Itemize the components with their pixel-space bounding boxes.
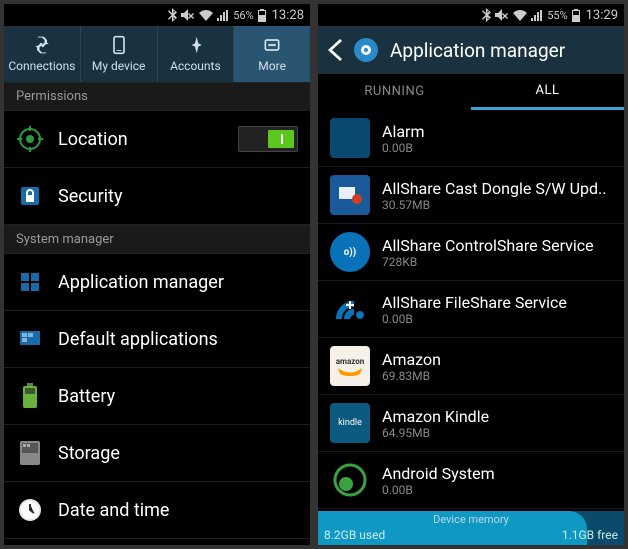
row-application-manager[interactable]: Application manager bbox=[4, 254, 310, 311]
app-name: Amazon Kindle bbox=[382, 407, 612, 426]
action-bar: Application manager bbox=[318, 26, 624, 74]
app-size: 0.00B bbox=[382, 483, 612, 497]
app-list[interactable]: Alarm 0.00B AllShare Cast Dongle S/W Upd… bbox=[318, 110, 624, 545]
storage-used: 8.2GB used bbox=[318, 525, 391, 545]
row-date-time[interactable]: Date and time bbox=[4, 482, 310, 539]
status-bar: 56% 13:28 bbox=[4, 4, 310, 26]
settings-gear-icon[interactable] bbox=[352, 36, 380, 64]
apps-icon bbox=[16, 268, 44, 296]
status-bar: 55% 13:29 bbox=[318, 4, 624, 26]
app-icon-amazon: amazon bbox=[330, 346, 370, 386]
app-icon-allshare-control: o)) bbox=[330, 232, 370, 272]
app-name: AllShare ControlShare Service bbox=[382, 236, 612, 255]
battery-percent: 55% bbox=[547, 9, 567, 22]
app-size: 30.57MB bbox=[382, 198, 612, 212]
storage-bar: Device memory 8.2GB used 1.1GB free bbox=[318, 511, 624, 545]
tab-label: Connections bbox=[8, 59, 75, 73]
row-battery[interactable]: Battery bbox=[4, 368, 310, 425]
page-title: Application manager bbox=[390, 39, 565, 62]
signal-icon bbox=[531, 10, 543, 21]
list-item[interactable]: AllShare Cast Dongle S/W Upd.. 30.57MB bbox=[318, 167, 624, 224]
row-location[interactable]: Location bbox=[4, 111, 310, 168]
tab-label: My device bbox=[92, 59, 146, 73]
location-toggle[interactable] bbox=[238, 126, 298, 152]
row-label: Location bbox=[58, 129, 224, 150]
app-name: AllShare Cast Dongle S/W Upd.. bbox=[382, 179, 612, 198]
list-item[interactable]: AllShare FileShare Service 0.00B bbox=[318, 281, 624, 338]
row-label: Default applications bbox=[58, 329, 298, 350]
mute-icon bbox=[181, 9, 195, 21]
wifi-icon bbox=[513, 10, 527, 21]
tab-running[interactable]: RUNNING bbox=[318, 74, 471, 110]
wifi-icon bbox=[199, 10, 213, 21]
tab-accounts[interactable]: Accounts bbox=[158, 26, 235, 82]
app-size: 0.00B bbox=[382, 312, 612, 326]
app-size: 64.95MB bbox=[382, 426, 612, 440]
app-size: 69.83MB bbox=[382, 369, 612, 383]
row-developer-options[interactable]: Developer options bbox=[4, 539, 310, 545]
list-item[interactable]: o)) AllShare ControlShare Service 728KB bbox=[318, 224, 624, 281]
default-apps-icon bbox=[16, 325, 44, 353]
battery-percent: 56% bbox=[233, 9, 253, 22]
back-icon[interactable] bbox=[328, 39, 342, 61]
list-item[interactable]: kindle Amazon Kindle 64.95MB bbox=[318, 395, 624, 452]
battery-icon bbox=[16, 382, 44, 410]
accounts-icon bbox=[183, 35, 207, 55]
clock: 13:29 bbox=[586, 8, 618, 23]
location-icon bbox=[16, 125, 44, 153]
settings-screen: 56% 13:28 Connections My device Accounts… bbox=[4, 4, 310, 545]
app-name: Android System bbox=[382, 464, 612, 483]
app-icon-alarm bbox=[330, 118, 370, 158]
app-size: 728KB bbox=[382, 255, 612, 269]
app-size: 0.00B bbox=[382, 141, 612, 155]
row-label: Application manager bbox=[58, 272, 298, 293]
row-label: Battery bbox=[58, 386, 298, 407]
list-item[interactable]: Alarm 0.00B bbox=[318, 110, 624, 167]
tab-label: Accounts bbox=[170, 59, 221, 73]
row-default-applications[interactable]: Default applications bbox=[4, 311, 310, 368]
row-storage[interactable]: Storage bbox=[4, 425, 310, 482]
app-icon-allshare-cast bbox=[330, 175, 370, 215]
filter-tabs: RUNNING ALL bbox=[318, 74, 624, 110]
app-name: AllShare FileShare Service bbox=[382, 293, 612, 312]
device-icon bbox=[107, 35, 131, 55]
bluetooth-icon bbox=[168, 8, 177, 22]
app-icon-android-system bbox=[330, 460, 370, 500]
app-manager-screen: 55% 13:29 Application manager RUNNING AL… bbox=[318, 4, 624, 545]
clock-icon bbox=[16, 496, 44, 524]
section-system-manager: System manager bbox=[4, 225, 310, 254]
clock: 13:28 bbox=[272, 8, 304, 23]
section-permissions: Permissions bbox=[4, 82, 310, 111]
row-security[interactable]: Security bbox=[4, 168, 310, 225]
settings-tabs: Connections My device Accounts More bbox=[4, 26, 310, 82]
mute-icon bbox=[495, 9, 509, 21]
tab-my-device[interactable]: My device bbox=[81, 26, 158, 82]
tab-label: More bbox=[258, 59, 286, 73]
app-icon-kindle: kindle bbox=[330, 403, 370, 443]
row-label: Storage bbox=[58, 443, 298, 464]
more-icon bbox=[260, 35, 284, 55]
storage-icon bbox=[16, 439, 44, 467]
tab-more[interactable]: More bbox=[234, 26, 310, 82]
security-icon bbox=[16, 182, 44, 210]
signal-icon bbox=[217, 10, 229, 21]
list-item[interactable]: amazon Amazon 69.83MB bbox=[318, 338, 624, 395]
battery-icon bbox=[572, 9, 580, 22]
list-item[interactable]: Android System 0.00B bbox=[318, 452, 624, 509]
storage-free: 1.1GB free bbox=[556, 525, 624, 545]
tab-connections[interactable]: Connections bbox=[4, 26, 81, 82]
app-name: Amazon bbox=[382, 350, 612, 369]
app-name: Alarm bbox=[382, 122, 612, 141]
app-icon-allshare-file bbox=[330, 289, 370, 329]
row-label: Date and time bbox=[58, 500, 298, 521]
tab-all[interactable]: ALL bbox=[471, 74, 624, 110]
bluetooth-icon bbox=[482, 8, 491, 22]
connections-icon bbox=[30, 35, 54, 55]
row-label: Security bbox=[58, 186, 298, 207]
battery-icon bbox=[258, 9, 266, 22]
